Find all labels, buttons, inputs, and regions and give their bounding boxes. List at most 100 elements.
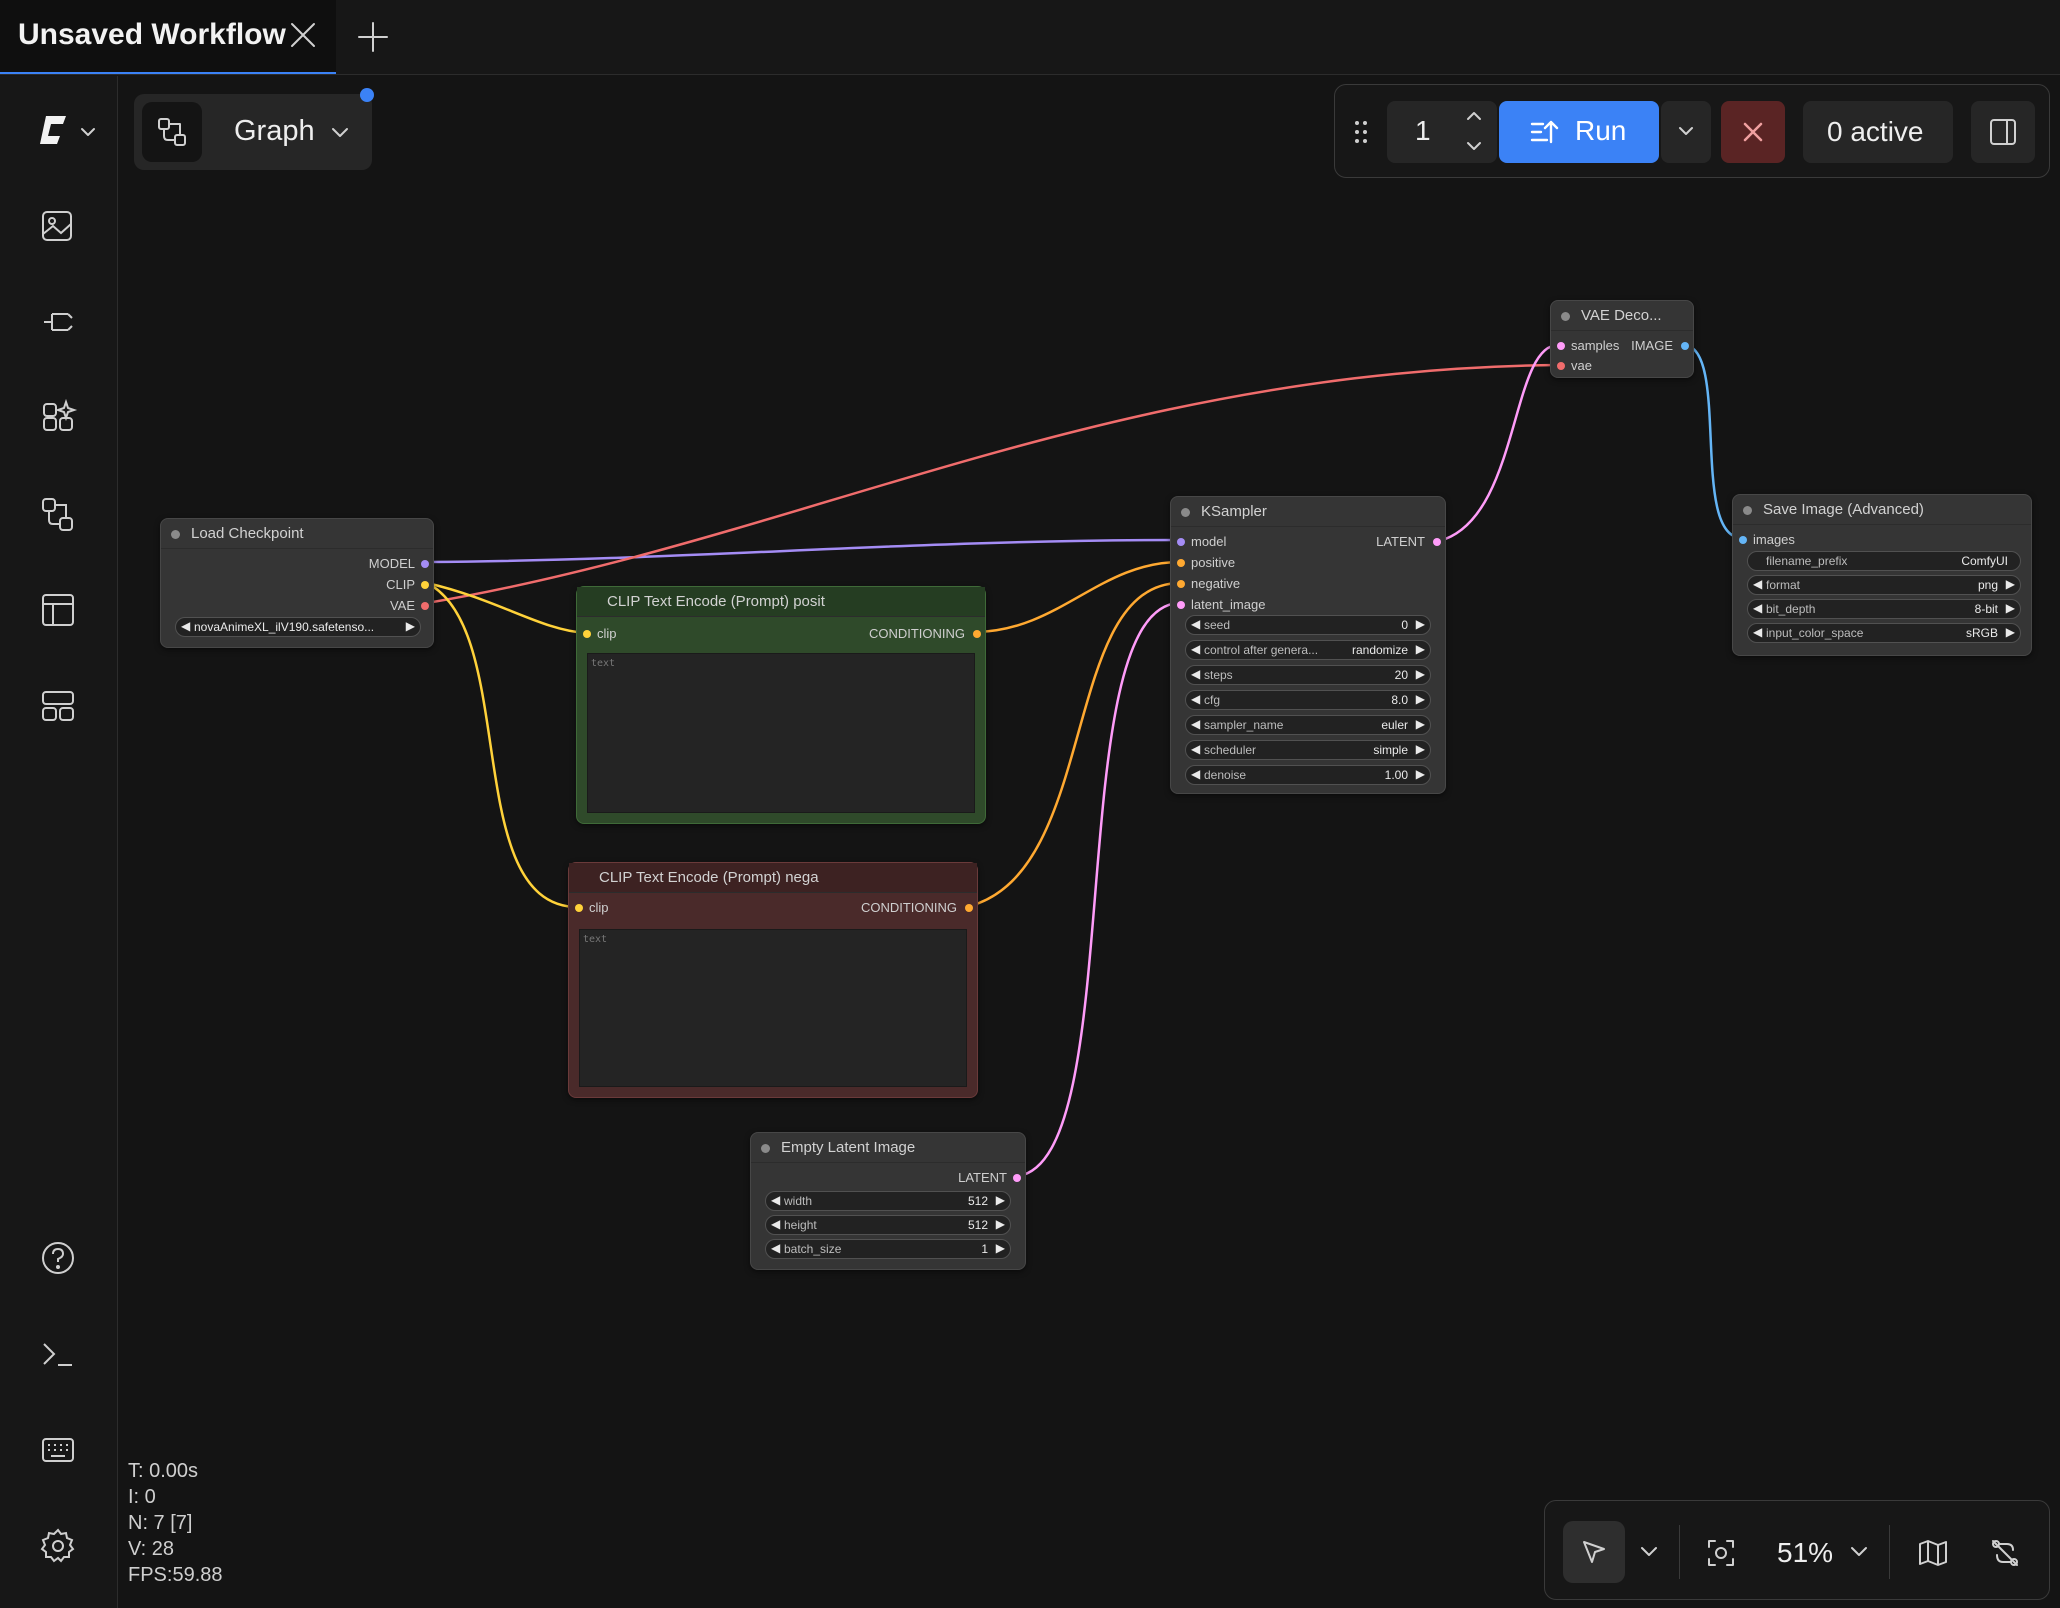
arrow-right-icon[interactable]: ▶ — [996, 1241, 1005, 1255]
arrow-right-icon[interactable]: ▶ — [1416, 667, 1425, 681]
output-conditioning-pin[interactable] — [973, 630, 981, 638]
bit-depth-widget[interactable]: ◀ bit_depth 8-bit ▶ — [1747, 599, 2021, 619]
output-vae-pin[interactable] — [421, 602, 429, 610]
toggle-panel-button[interactable] — [1971, 101, 2035, 163]
arrow-left-icon[interactable]: ◀ — [1191, 642, 1200, 656]
output-clip-pin[interactable] — [421, 581, 429, 589]
sampler-name-widget[interactable]: ◀ sampler_name euler ▶ — [1185, 715, 1431, 735]
chevron-down-icon[interactable] — [1465, 139, 1483, 153]
output-latent-pin[interactable] — [1433, 538, 1441, 546]
node-empty-latent-image[interactable]: Empty Latent Image LATENT ◀ width 512 ▶ ◀ he… — [750, 1132, 1026, 1270]
chevron-up-icon[interactable] — [1465, 109, 1483, 123]
node-ksampler[interactable]: KSampler model LATENT positive negative … — [1170, 496, 1446, 794]
prompt-textarea[interactable]: text — [587, 653, 975, 813]
node-load-checkpoint[interactable]: Load Checkpoint MODEL CLIP VAE ◀ novaAni… — [160, 518, 434, 648]
arrow-right-icon[interactable]: ▶ — [1416, 717, 1425, 731]
arrow-right-icon[interactable]: ▶ — [996, 1217, 1005, 1231]
arrow-left-icon[interactable]: ◀ — [1753, 601, 1762, 615]
scheduler-widget[interactable]: ◀ scheduler simple ▶ — [1185, 740, 1431, 760]
run-options-button[interactable] — [1661, 101, 1711, 163]
output-model-pin[interactable] — [421, 560, 429, 568]
fit-view-icon[interactable] — [1705, 1537, 1737, 1569]
output-latent-pin[interactable] — [1013, 1174, 1021, 1182]
input-vae-pin[interactable] — [1557, 362, 1565, 370]
arrow-right-icon[interactable]: ▶ — [1416, 767, 1425, 781]
arrow-right-icon[interactable]: ▶ — [1416, 742, 1425, 756]
keybindings-button[interactable] — [34, 1426, 82, 1474]
arrow-left-icon[interactable]: ◀ — [771, 1193, 780, 1207]
arrow-right-icon[interactable]: ▶ — [2006, 577, 2015, 591]
seed-widget[interactable]: ◀ seed 0 ▶ — [1185, 615, 1431, 635]
arrow-right-icon[interactable]: ▶ — [996, 1193, 1005, 1207]
nodes-sidebar-button[interactable] — [34, 394, 82, 442]
images-sidebar-button[interactable] — [34, 202, 82, 250]
arrow-left-icon[interactable]: ◀ — [1191, 717, 1200, 731]
input-clip-pin[interactable] — [575, 904, 583, 912]
height-widget[interactable]: ◀ height 512 ▶ — [765, 1215, 1011, 1235]
graph-canvas[interactable] — [119, 76, 2060, 1608]
ckpt-name-widget[interactable]: ◀ novaAnimeXL_ilV190.safetenso... ▶ — [175, 617, 421, 637]
input-clip-pin[interactable] — [583, 630, 591, 638]
arrow-left-icon[interactable]: ◀ — [1753, 577, 1762, 591]
steps-widget[interactable]: ◀ steps 20 ▶ — [1185, 665, 1431, 685]
arrow-left-icon[interactable]: ◀ — [771, 1241, 780, 1255]
input-color-space-widget[interactable]: ◀ input_color_space sRGB ▶ — [1747, 623, 2021, 643]
filename-prefix-widget[interactable]: filename_prefix ComfyUI — [1747, 551, 2021, 571]
width-widget[interactable]: ◀ width 512 ▶ — [765, 1191, 1011, 1211]
close-icon[interactable] — [288, 20, 318, 50]
arrow-left-icon[interactable]: ◀ — [1191, 617, 1200, 631]
arrow-left-icon[interactable]: ◀ — [1191, 667, 1200, 681]
interrupt-button[interactable] — [1721, 101, 1785, 163]
output-conditioning-pin[interactable] — [965, 904, 973, 912]
zoom-level[interactable]: 51% — [1777, 1537, 1833, 1569]
comfy-logo-menu[interactable] — [36, 112, 102, 152]
chevron-down-icon[interactable] — [1849, 1545, 1869, 1559]
input-images-pin[interactable] — [1739, 536, 1747, 544]
node-clip-text-encode-negative[interactable]: CLIP Text Encode (Prompt) nega clip COND… — [568, 862, 978, 1098]
arrow-left-icon[interactable]: ◀ — [1191, 767, 1200, 781]
tab-unsaved-workflow[interactable]: Unsaved Workflow — [0, 0, 336, 74]
workflows-sidebar-button[interactable] — [34, 490, 82, 538]
arrow-right-icon[interactable]: ▶ — [1416, 642, 1425, 656]
chevron-down-icon[interactable] — [1639, 1545, 1659, 1559]
terminal-button[interactable] — [34, 1330, 82, 1378]
templates-sidebar-button[interactable] — [34, 586, 82, 634]
arrow-right-icon[interactable]: ▶ — [2006, 625, 2015, 639]
input-positive-pin[interactable] — [1177, 559, 1185, 567]
settings-button[interactable] — [34, 1522, 82, 1570]
graph-selector[interactable]: Graph — [134, 88, 374, 170]
run-button[interactable]: Run — [1499, 101, 1659, 163]
arrow-left-icon[interactable]: ◀ — [1191, 742, 1200, 756]
arrow-right-icon[interactable]: ▶ — [1416, 617, 1425, 631]
active-queue-button[interactable]: 0 active — [1803, 101, 1953, 163]
batch-size-widget[interactable]: ◀ batch_size 1 ▶ — [765, 1239, 1011, 1259]
output-image-pin[interactable] — [1681, 342, 1689, 350]
input-latent-pin[interactable] — [1177, 601, 1185, 609]
arrow-left-icon[interactable]: ◀ — [771, 1217, 780, 1231]
node-clip-text-encode-positive[interactable]: CLIP Text Encode (Prompt) posit clip CON… — [576, 586, 986, 824]
denoise-widget[interactable]: ◀ denoise 1.00 ▶ — [1185, 765, 1431, 785]
format-widget[interactable]: ◀ format png ▶ — [1747, 575, 2021, 595]
arrow-right-icon[interactable]: ▶ — [1416, 692, 1425, 706]
drag-handle-icon[interactable] — [1353, 119, 1369, 145]
minimap-icon[interactable] — [1917, 1537, 1949, 1569]
models-sidebar-button[interactable] — [34, 298, 82, 346]
arrow-right-icon[interactable]: ▶ — [2006, 601, 2015, 615]
help-button[interactable] — [34, 1234, 82, 1282]
arrow-left-icon[interactable]: ◀ — [1753, 625, 1762, 639]
arrow-right-icon[interactable]: ▶ — [406, 619, 415, 633]
input-samples-pin[interactable] — [1557, 342, 1565, 350]
input-negative-pin[interactable] — [1177, 580, 1185, 588]
select-mode-button[interactable] — [1563, 1521, 1625, 1583]
hide-links-icon[interactable] — [1989, 1537, 2021, 1569]
layout-sidebar-button[interactable] — [34, 682, 82, 730]
control-after-generate-widget[interactable]: ◀ control after genera... randomize ▶ — [1185, 640, 1431, 660]
node-vae-decode[interactable]: VAE Deco... samples IMAGE vae — [1550, 300, 1694, 378]
node-save-image-advanced[interactable]: Save Image (Advanced) images filename_pr… — [1732, 494, 2032, 656]
prompt-textarea[interactable]: text — [579, 929, 967, 1087]
arrow-left-icon[interactable]: ◀ — [1191, 692, 1200, 706]
queue-count-stepper[interactable]: 1 — [1387, 101, 1497, 163]
add-tab-icon[interactable] — [356, 20, 390, 54]
input-model-pin[interactable] — [1177, 538, 1185, 546]
arrow-left-icon[interactable]: ◀ — [181, 619, 190, 633]
